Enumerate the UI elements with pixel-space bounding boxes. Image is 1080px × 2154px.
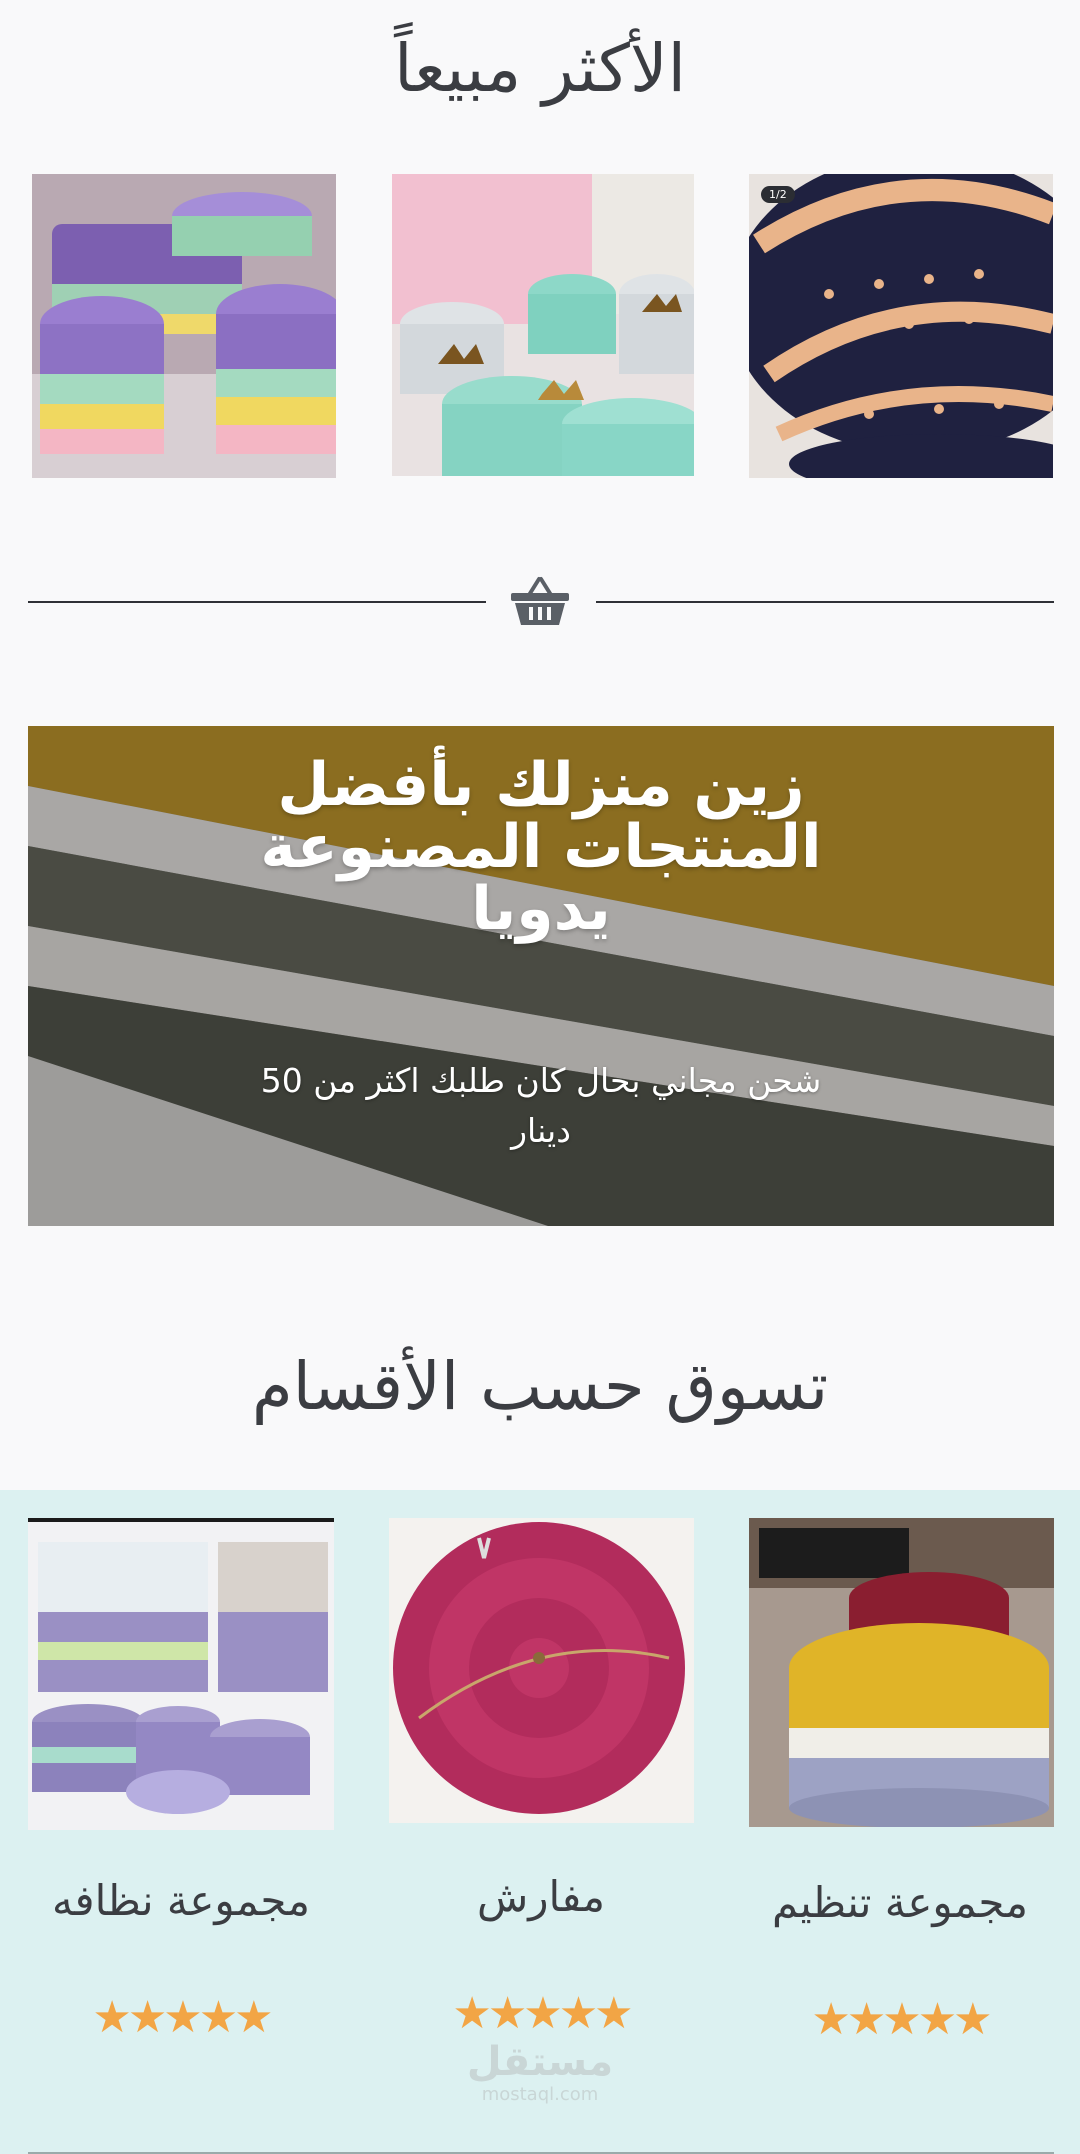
product-image <box>392 174 694 476</box>
watermark-main: مستقل <box>466 2039 614 2085</box>
rating-stars-cleaning: ★★★★★ <box>92 1992 273 2043</box>
category-card-mats[interactable] <box>389 1518 694 1823</box>
category-name-mats[interactable]: مفارش <box>391 1872 691 1921</box>
basket-icon <box>509 575 571 627</box>
product-card-mint-baskets[interactable] <box>392 174 694 476</box>
product-image <box>749 174 1053 478</box>
image-pager-badge: 1/2 <box>761 186 795 203</box>
categories-title: تسوق حسب الأقسام <box>251 1348 829 1425</box>
banner-subtext: شحن مجاني بحال كان طلبك اكثر من 50 دينار <box>260 1061 822 1150</box>
watermark-sub: mostaql.com <box>481 2084 599 2105</box>
category-card-cleaning[interactable] <box>28 1518 334 1830</box>
category-image <box>389 1518 694 1823</box>
divider-right <box>596 601 1054 603</box>
banner-heading: زين منزلك بأفضل المنتجات المصنوعة يدويا <box>260 750 822 944</box>
watermark-logo: مستقل mostaql.com <box>440 2040 640 2105</box>
category-name-organizing[interactable]: مجموعة تنظيم <box>750 1878 1050 1927</box>
product-card-purple-baskets[interactable] <box>32 174 336 478</box>
product-card-navy-baskets[interactable]: 1/2 <box>749 174 1053 478</box>
category-image <box>28 1522 334 1830</box>
promo-banner[interactable]: زين منزلك بأفضل المنتجات المصنوعة يدويا … <box>28 726 1054 1226</box>
product-image <box>32 174 336 478</box>
category-card-organizing[interactable] <box>749 1518 1054 1827</box>
bestsellers-title: الأكثر مبيعاً <box>394 30 686 107</box>
category-name-cleaning[interactable]: مجموعة نظافه <box>31 1876 331 1925</box>
rating-stars-mats: ★★★★★ <box>452 1988 633 2039</box>
divider-left <box>28 601 486 603</box>
category-image <box>749 1518 1054 1827</box>
rating-stars-organizing: ★★★★★ <box>811 1994 992 2045</box>
